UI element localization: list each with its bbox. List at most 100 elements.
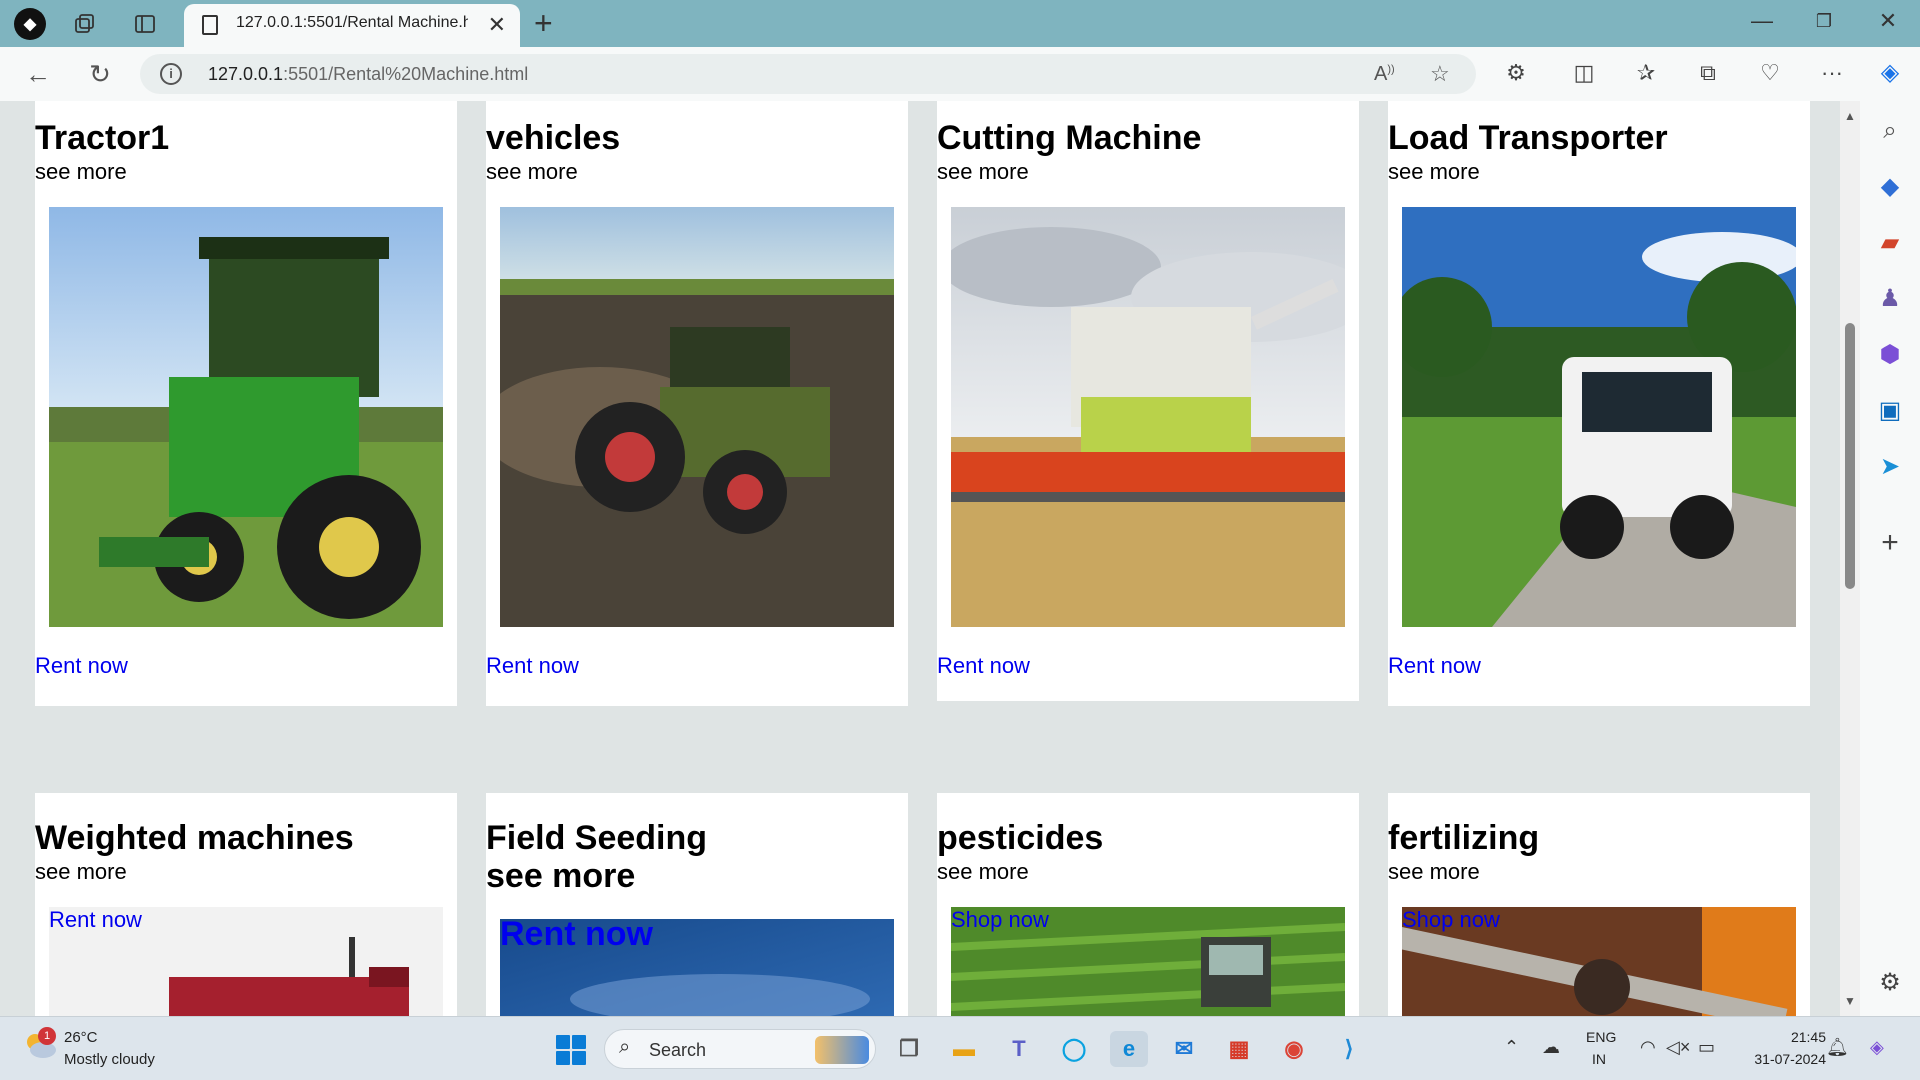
card-field-seeding: Field Seeding see more Rent now bbox=[486, 793, 908, 1016]
card-see-more: see more bbox=[1388, 159, 1480, 184]
scroll-up-arrow-icon[interactable]: ▲ bbox=[1844, 109, 1856, 123]
windows-taskbar: 1 26°C Mostly cloudy ⌕ Search ❐ ▬ T ◯ e … bbox=[0, 1016, 1920, 1080]
microsoft-365-icon[interactable]: ⬢ bbox=[1860, 339, 1920, 371]
browser-tab-active[interactable]: 127.0.0.1:5501/Rental Machine.html ✕ bbox=[184, 4, 520, 47]
clock-date[interactable]: 31-07-2024 bbox=[1736, 1051, 1826, 1067]
rent-now-link[interactable]: Rent now bbox=[49, 907, 142, 933]
card-cutting-machine: Cutting Machine see more Rent now bbox=[937, 101, 1359, 701]
card-see-more: see more bbox=[486, 857, 636, 895]
card-see-more: see more bbox=[937, 159, 1029, 184]
url-text[interactable]: 127.0.0.1:5501/Rental%20Machine.html bbox=[208, 64, 528, 85]
back-icon[interactable]: ← bbox=[20, 59, 56, 89]
card-title: fertilizing bbox=[1388, 819, 1540, 857]
microsoft-store-icon[interactable]: ▦ bbox=[1220, 1031, 1258, 1067]
page-content: Tractor1 see more Rent now vehicles see … bbox=[0, 101, 1840, 1016]
language-indicator-bottom[interactable]: IN bbox=[1592, 1051, 1606, 1067]
read-aloud-icon[interactable]: A)) bbox=[1374, 63, 1395, 86]
wifi-icon[interactable]: ◠ bbox=[1640, 1037, 1656, 1058]
rent-now-link[interactable]: Rent now bbox=[1388, 653, 1481, 679]
shop-now-link[interactable]: Shop now bbox=[1402, 907, 1500, 933]
card-title: pesticides bbox=[937, 819, 1104, 857]
outlook-icon[interactable]: ▣ bbox=[1860, 395, 1920, 427]
games-icon[interactable]: ♟ bbox=[1860, 283, 1920, 315]
browser-title-bar: ◆ 127.0.0.1:5501/Rental Machine.html ✕ +… bbox=[0, 0, 1920, 47]
more-menu-icon[interactable]: ··· bbox=[1814, 57, 1850, 89]
speaker-muted-icon[interactable]: ◁× bbox=[1666, 1037, 1690, 1058]
clock-time[interactable]: 21:45 bbox=[1756, 1029, 1826, 1045]
search-highlight-icon bbox=[815, 1036, 869, 1064]
sidebar-settings-icon[interactable]: ⚙ bbox=[1860, 967, 1920, 999]
profile-avatar-icon[interactable]: ◆ bbox=[14, 8, 46, 40]
tools-icon[interactable]: ▰ bbox=[1860, 227, 1920, 259]
card-see-more: see more bbox=[1388, 859, 1480, 884]
show-hidden-icons-icon[interactable]: ⌃ bbox=[1504, 1037, 1519, 1058]
refresh-icon[interactable]: ↻ bbox=[82, 59, 118, 89]
mail-icon[interactable]: ✉ bbox=[1165, 1031, 1203, 1067]
vscode-icon[interactable]: ⟩ bbox=[1330, 1031, 1368, 1067]
battery-icon[interactable]: ▭ bbox=[1698, 1037, 1715, 1058]
rent-now-link[interactable]: Rent now bbox=[486, 653, 579, 679]
taskbar-search-box[interactable]: ⌕ Search bbox=[604, 1029, 876, 1069]
rent-now-link[interactable]: Rent now bbox=[500, 915, 653, 954]
tab-title: 127.0.0.1:5501/Rental Machine.html bbox=[236, 14, 468, 31]
card-title: Tractor1 bbox=[35, 119, 170, 157]
browser-essentials-icon[interactable]: ♡ bbox=[1752, 57, 1788, 89]
new-tab-icon[interactable]: + bbox=[534, 4, 553, 42]
page-scrollbar[interactable]: ▲ ▼ bbox=[1840, 101, 1860, 1016]
minimize-icon[interactable]: — bbox=[1742, 8, 1782, 34]
rent-now-link[interactable]: Rent now bbox=[35, 653, 128, 679]
shopping-tag-icon[interactable]: ◆ bbox=[1860, 171, 1920, 203]
browser-toolbar: ← ↻ i 127.0.0.1:5501/Rental%20Machine.ht… bbox=[0, 47, 1920, 101]
vehicles-image bbox=[500, 207, 894, 627]
workspaces-icon[interactable] bbox=[70, 9, 100, 39]
windows-start-icon[interactable] bbox=[556, 1035, 586, 1065]
notification-bell-icon[interactable]: 🔔︎ bbox=[1826, 1037, 1849, 1058]
edge-sidebar: ◈ ⌕ ◆ ▰ ♟ ⬢ ▣ ➤ + ⚙ bbox=[1860, 47, 1920, 1016]
weather-description[interactable]: Mostly cloudy bbox=[64, 1051, 155, 1068]
close-tab-icon[interactable]: ✕ bbox=[488, 12, 506, 38]
taskbar-search-label: Search bbox=[649, 1040, 707, 1060]
vertical-tabs-icon[interactable] bbox=[130, 9, 160, 39]
weather-notification-badge: 1 bbox=[38, 1027, 56, 1045]
card-vehicles: vehicles see more Rent now bbox=[486, 101, 908, 706]
close-window-icon[interactable]: ✕ bbox=[1868, 8, 1908, 34]
card-fertilizing: fertilizing see more Shop now bbox=[1388, 793, 1810, 1016]
page-file-icon bbox=[202, 15, 218, 35]
restore-icon[interactable]: ❐ bbox=[1804, 11, 1844, 32]
weather-temperature[interactable]: 26°C bbox=[64, 1029, 98, 1046]
card-weighted-machines: Weighted machines see more Rent now bbox=[35, 793, 457, 1016]
task-view-icon[interactable]: ❐ bbox=[890, 1031, 928, 1067]
card-load-transporter: Load Transporter see more Rent now bbox=[1388, 101, 1810, 706]
onedrive-cloud-icon[interactable]: ☁ bbox=[1542, 1037, 1560, 1058]
edge-browser-icon[interactable]: e bbox=[1110, 1031, 1148, 1067]
site-info-icon[interactable]: i bbox=[160, 63, 182, 85]
scrollbar-thumb[interactable] bbox=[1845, 323, 1855, 589]
address-bar[interactable]: i 127.0.0.1:5501/Rental%20Machine.html A… bbox=[140, 54, 1476, 94]
card-pesticides: pesticides see more Shop now bbox=[937, 793, 1359, 1016]
language-indicator-top[interactable]: ENG bbox=[1586, 1029, 1616, 1045]
split-screen-icon[interactable]: ◫ bbox=[1566, 57, 1602, 89]
card-title: Cutting Machine bbox=[937, 119, 1202, 157]
cutting-machine-image bbox=[951, 207, 1345, 627]
card-title: vehicles bbox=[486, 119, 621, 157]
copilot-icon[interactable]: ◈ bbox=[1860, 57, 1920, 89]
favorite-star-icon[interactable]: ☆ bbox=[1430, 61, 1450, 87]
chrome-icon[interactable]: ◉ bbox=[1275, 1031, 1313, 1067]
shop-now-link[interactable]: Shop now bbox=[951, 907, 1049, 933]
extensions-icon[interactable]: ⚙ bbox=[1498, 57, 1534, 89]
teams-icon[interactable]: T bbox=[1000, 1031, 1038, 1067]
collections-icon[interactable]: ⧉ bbox=[1690, 57, 1726, 89]
card-see-more: see more bbox=[486, 159, 578, 184]
card-title: Weighted machines bbox=[35, 819, 354, 857]
search-icon[interactable]: ⌕ bbox=[1860, 115, 1920, 147]
favorites-icon[interactable]: ✰ bbox=[1628, 57, 1664, 89]
add-sidebar-app-icon[interactable]: + bbox=[1860, 527, 1920, 559]
rent-now-link[interactable]: Rent now bbox=[937, 653, 1030, 679]
file-explorer-icon[interactable]: ▬ bbox=[945, 1031, 983, 1067]
cortana-icon[interactable]: ◯ bbox=[1055, 1031, 1093, 1067]
search-icon: ⌕ bbox=[619, 1036, 631, 1058]
scroll-down-arrow-icon[interactable]: ▼ bbox=[1844, 994, 1856, 1008]
drop-icon[interactable]: ➤ bbox=[1860, 451, 1920, 483]
copilot-taskbar-icon[interactable]: ◈ bbox=[1870, 1037, 1884, 1058]
tractor-image bbox=[49, 207, 443, 627]
